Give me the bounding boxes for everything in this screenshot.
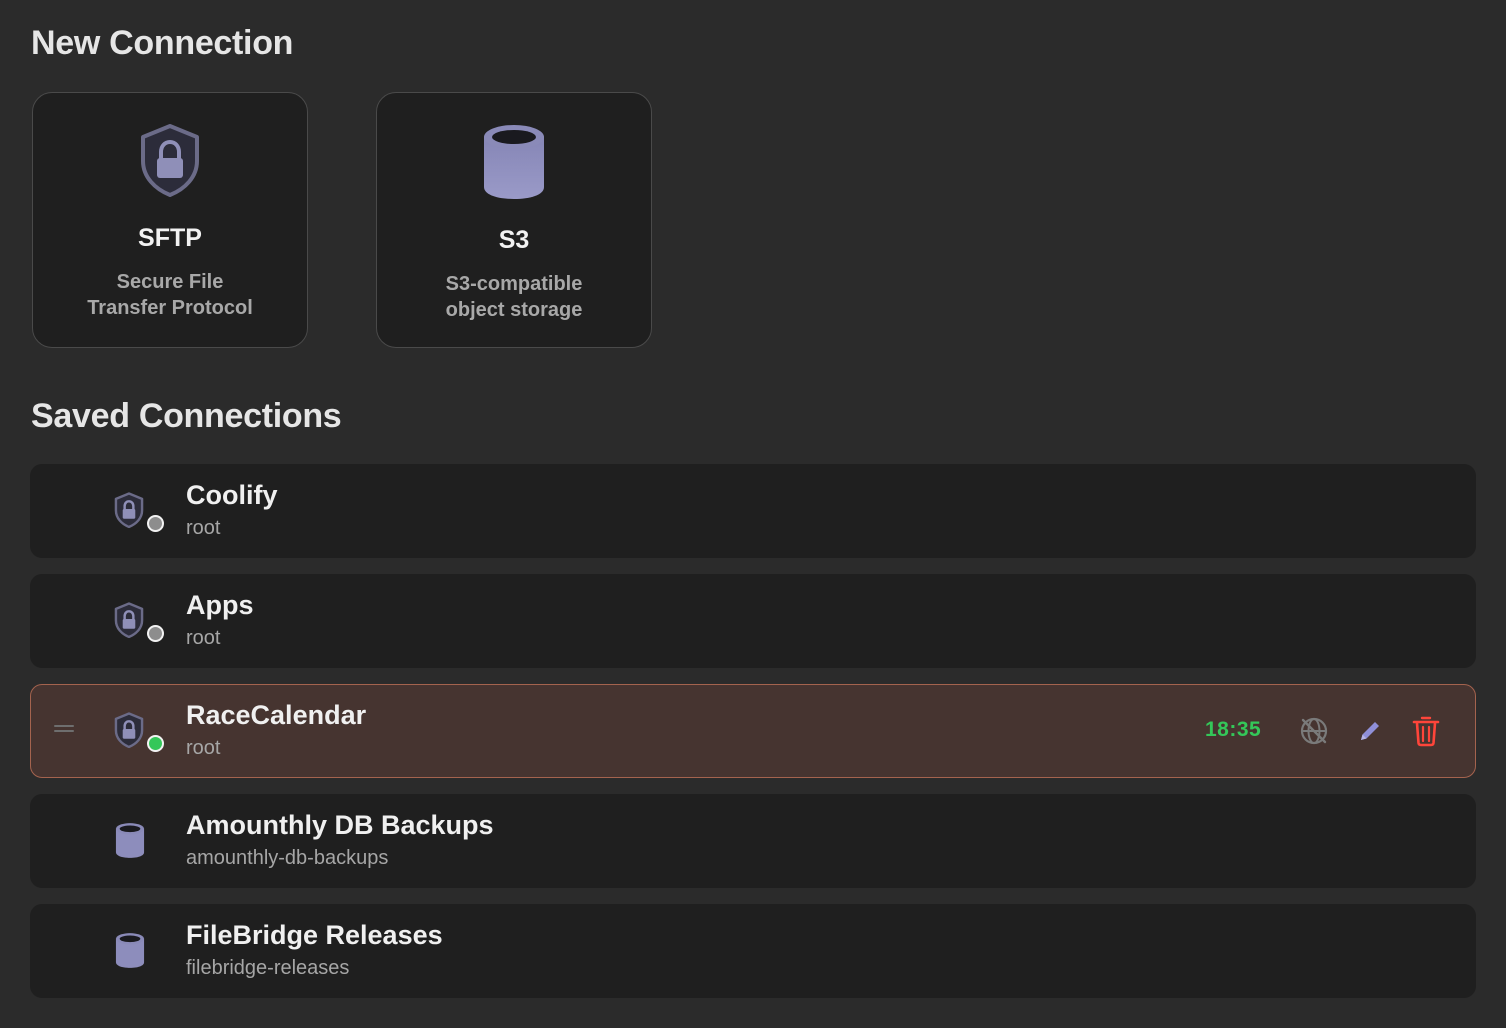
edit-button[interactable] — [1353, 714, 1387, 748]
disconnect-icon — [1300, 717, 1328, 745]
connection-row-filebridge-releases[interactable]: FileBridge Releases filebridge-releases — [30, 904, 1476, 998]
database-icon — [115, 823, 145, 858]
status-online-indicator — [147, 735, 164, 752]
shield-lock-icon — [114, 602, 144, 638]
connection-name: FileBridge Releases — [186, 920, 443, 950]
disconnect-button[interactable] — [1297, 714, 1331, 748]
new-connection-title: New Connection — [31, 24, 294, 62]
delete-button[interactable] — [1409, 714, 1443, 748]
card-description: Secure File Transfer Protocol — [63, 269, 277, 321]
connections-page: New Connection SFTP Secure File Transfer… — [0, 0, 1506, 1028]
shield-lock-icon — [114, 712, 144, 748]
connected-time: 18:35 — [1205, 718, 1262, 741]
shield-lock-icon — [141, 124, 199, 197]
database-icon — [484, 125, 544, 199]
database-icon — [115, 933, 145, 968]
saved-connections-title: Saved Connections — [31, 397, 342, 435]
shield-lock-icon — [114, 492, 144, 528]
connection-user: root — [186, 627, 221, 649]
connection-row-coolify[interactable]: Coolify root — [30, 464, 1476, 558]
connection-name: Coolify — [186, 480, 278, 510]
status-offline-indicator — [147, 515, 164, 532]
connection-name: Amounthly DB Backups — [186, 810, 494, 840]
status-offline-indicator — [147, 625, 164, 642]
card-description-line: Secure File — [116, 271, 224, 293]
connection-name: Apps — [186, 590, 254, 620]
card-title: S3 — [498, 226, 530, 254]
connection-name: RaceCalendar — [186, 700, 367, 730]
connection-row-racecalendar[interactable]: RaceCalendar root 18:35 — [30, 684, 1476, 778]
card-description-line: object storage — [445, 299, 583, 321]
connection-row-apps[interactable]: Apps root — [30, 574, 1476, 668]
connection-bucket: amounthly-db-backups — [186, 847, 389, 869]
card-description-line: Transfer Protocol — [87, 297, 253, 319]
card-title: SFTP — [138, 224, 202, 252]
connection-user: root — [186, 737, 221, 759]
new-s3-card[interactable]: S3 S3-compatible object storage — [376, 92, 652, 348]
card-description-line: S3-compatible — [445, 273, 583, 295]
connection-bucket: filebridge-releases — [186, 957, 350, 979]
edit-pencil-icon — [1361, 722, 1379, 740]
drag-handle-icon[interactable] — [54, 725, 74, 737]
trash-icon — [1412, 716, 1440, 747]
new-sftp-card[interactable]: SFTP Secure File Transfer Protocol — [32, 92, 308, 348]
connection-user: root — [186, 517, 221, 539]
connection-row-amounthly-db-backups[interactable]: Amounthly DB Backups amounthly-db-backup… — [30, 794, 1476, 888]
card-description: S3-compatible object storage — [407, 271, 621, 323]
